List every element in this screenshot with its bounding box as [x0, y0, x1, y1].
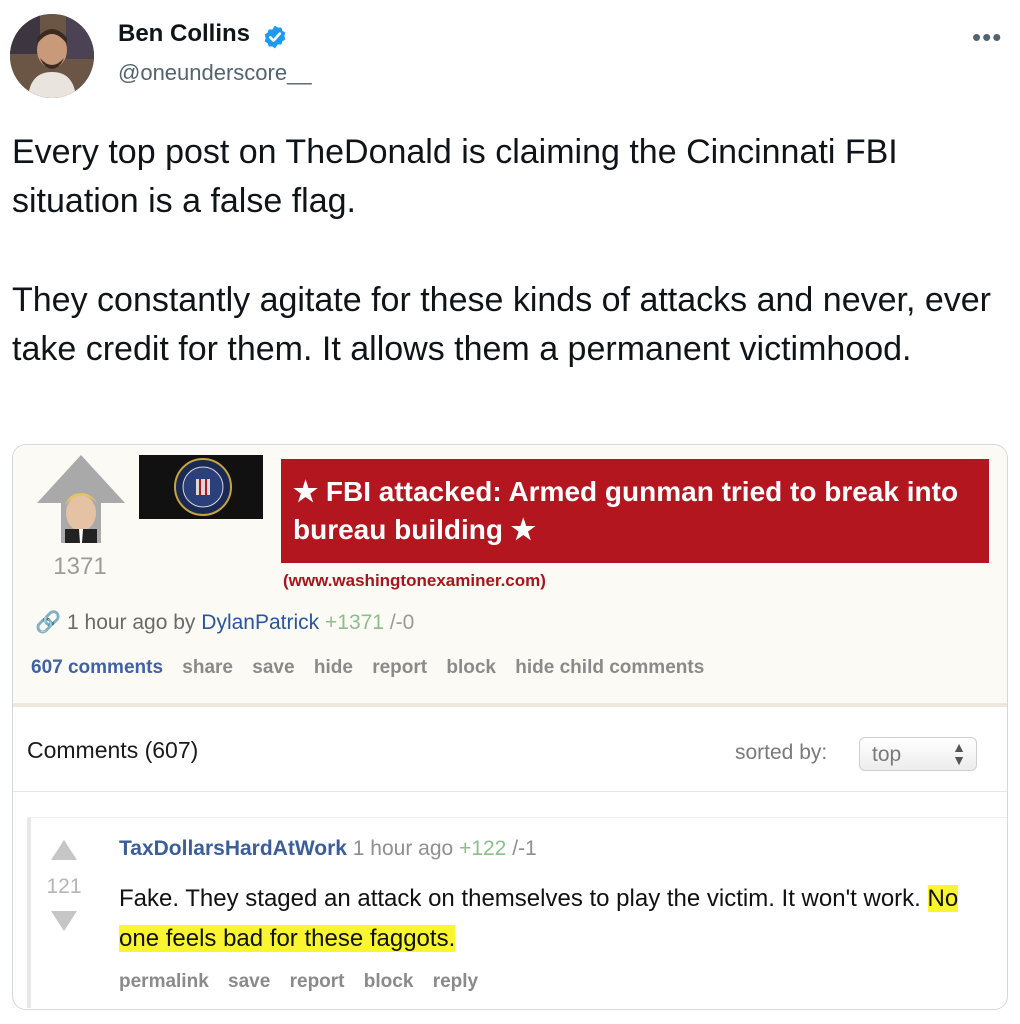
sort-label: sorted by: [735, 741, 828, 764]
link-icon: 🔗 [35, 611, 62, 634]
comments-header: Comments (607) [27, 737, 199, 763]
embedded-image-card[interactable]: 1371 ★ FBI attacked: Armed gunman tried … [12, 444, 1008, 1010]
post-upvotes: +1371 [325, 611, 384, 634]
report-link[interactable]: report [372, 657, 427, 678]
comment-author[interactable]: TaxDollarsHardAtWork [119, 837, 347, 860]
upvote-arrow-icon[interactable] [35, 453, 127, 545]
post-downvotes: -0 [395, 611, 415, 634]
divider [13, 791, 1007, 792]
comment-time: 1 hour ago [352, 837, 454, 860]
permalink-link[interactable]: permalink [119, 971, 209, 992]
comment-meta: TaxDollarsHardAtWork 1 hour ago +122 /-1 [119, 837, 537, 861]
more-options-icon[interactable]: ••• [972, 22, 1002, 53]
tweet-text-paragraph-1: Every top post on TheDonald is claiming … [12, 133, 898, 220]
comment-downvotes: -1 [518, 837, 537, 860]
comment-actions: permalink save report block reply [119, 971, 492, 993]
author-name[interactable]: Ben Collins [118, 20, 250, 48]
avatar[interactable] [10, 14, 94, 98]
reply-link[interactable]: reply [433, 971, 478, 992]
block-link[interactable]: block [446, 657, 496, 678]
post-author[interactable]: DylanPatrick [201, 611, 319, 634]
sort-value: top [872, 743, 902, 766]
post-actions: 607 comments share save hide report bloc… [31, 657, 718, 679]
post-domain[interactable]: (www.washingtonexaminer.com) [283, 571, 546, 591]
comments-link[interactable]: 607 comments [31, 657, 163, 678]
comment-score: 121 [46, 875, 82, 898]
comment-block-link[interactable]: block [364, 971, 414, 992]
sort-select[interactable]: top ▲ ▼ [859, 737, 977, 771]
hide-child-comments-link[interactable]: hide child comments [515, 657, 704, 678]
comment-body: Fake. They staged an attack on themselve… [119, 879, 991, 959]
hide-link[interactable]: hide [314, 657, 353, 678]
comment-text: Fake. They staged an attack on themselve… [119, 885, 921, 912]
comment-save-link[interactable]: save [228, 971, 270, 992]
author-handle[interactable]: @oneunderscore__ [118, 60, 312, 86]
post-thumbnail[interactable] [139, 455, 263, 519]
comment-report-link[interactable]: report [290, 971, 345, 992]
share-link[interactable]: share [182, 657, 233, 678]
comment-downvote-icon[interactable] [51, 911, 77, 931]
post-title-link[interactable]: ★ FBI attacked: Armed gunman tried to br… [281, 459, 989, 563]
post-score: 1371 [53, 553, 107, 580]
comment-upvotes: +122 [459, 837, 507, 860]
verified-badge-icon [264, 25, 286, 49]
tweet-text-paragraph-2: They constantly agitate for these kinds … [12, 281, 991, 368]
comment-upvote-icon[interactable] [51, 840, 77, 860]
post-time: 1 hour ago by [67, 611, 196, 634]
post-submitted-line: 🔗 1 hour ago by DylanPatrick +1371 /-0 [35, 611, 414, 635]
select-arrows-icon: ▲ ▼ [952, 739, 966, 768]
save-link[interactable]: save [252, 657, 294, 678]
